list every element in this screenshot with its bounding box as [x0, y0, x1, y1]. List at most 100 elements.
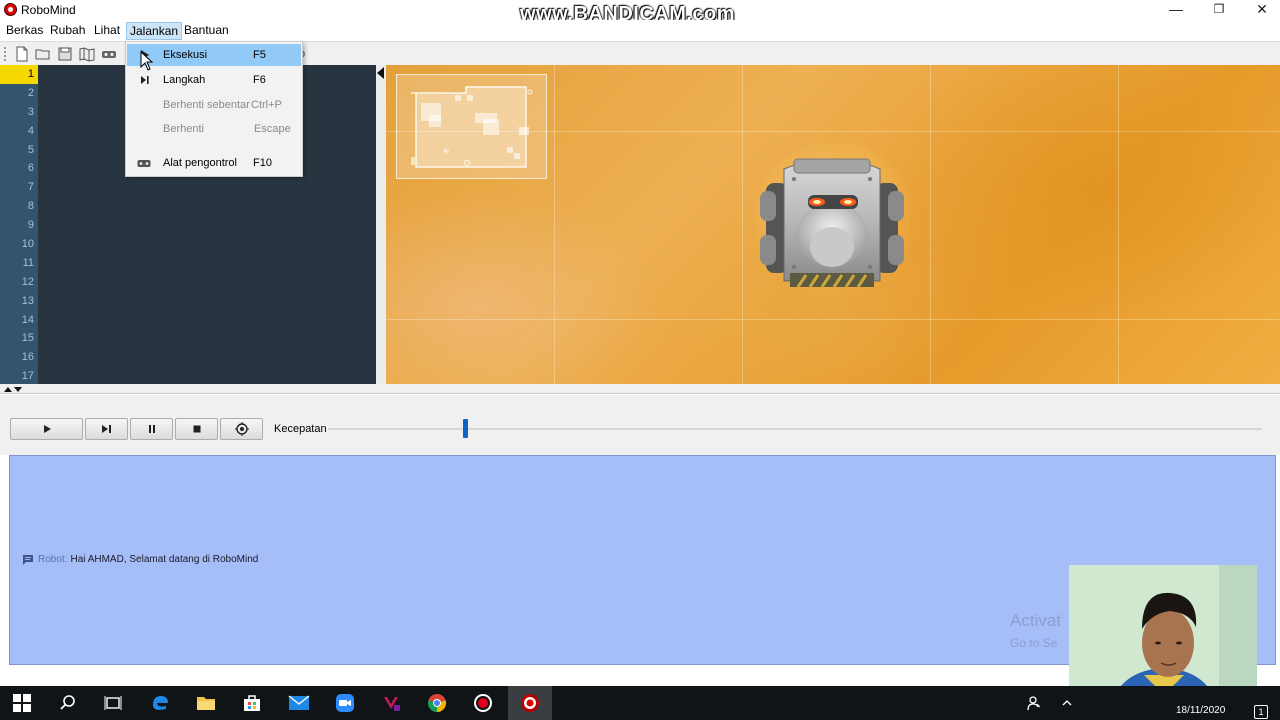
menu-lihat[interactable]: Lihat — [91, 22, 123, 40]
step-icon — [101, 425, 111, 433]
message-row: Robot: Hai AHMAD, Selamat datang di Robo… — [22, 554, 258, 565]
line-number: 12 — [21, 275, 34, 288]
menu-item-label: Berhenti sebentar — [163, 99, 250, 111]
bandicam-record-icon[interactable] — [472, 692, 494, 714]
stop-icon — [193, 425, 200, 433]
mouse-cursor-icon — [140, 51, 154, 71]
run-control-bar: Kecepatan — [0, 395, 1280, 455]
edge-browser-icon[interactable] — [149, 692, 171, 714]
menu-jalankan[interactable]: Jalankan — [126, 22, 183, 40]
world-grid-line — [1118, 65, 1119, 384]
windows-taskbar: 18/11/2020 1 — [0, 686, 1280, 720]
minimize-button[interactable]: — — [1153, 0, 1199, 20]
close-button[interactable]: ✕ — [1239, 0, 1280, 20]
step-icon — [141, 76, 149, 84]
play-icon — [43, 425, 51, 433]
new-file-icon[interactable] — [14, 46, 30, 62]
visual-studio-icon[interactable] — [380, 692, 402, 714]
robomind-window: RoboMind www.BANDICAM.com — ❐ ✕ Berkas R… — [0, 0, 1280, 720]
menu-rubah[interactable]: Rubah — [47, 22, 88, 40]
line-number: 13 — [21, 294, 34, 307]
line-number: 4 — [27, 124, 34, 137]
stop-button[interactable] — [175, 418, 218, 440]
menu-item-alat-pengontrol[interactable]: Alat pengontrol F10 — [127, 152, 301, 174]
world-grid-line — [930, 65, 931, 384]
menu-item-langkah[interactable]: Langkah F6 — [127, 69, 301, 91]
speed-label: Kecepatan — [274, 423, 327, 435]
menu-berkas[interactable]: Berkas — [3, 22, 46, 40]
menu-item-shortcut: F6 — [253, 74, 266, 86]
target-icon — [234, 422, 249, 436]
menu-bar: Berkas Rubah Lihat Jalankan Bantuan — [0, 20, 1280, 41]
world-grid-line — [742, 65, 743, 384]
speed-slider-track[interactable] — [328, 428, 1262, 430]
speed-slider-thumb[interactable] — [463, 419, 468, 438]
remote-icon[interactable] — [101, 46, 117, 62]
line-number: 16 — [21, 351, 34, 364]
line-number: 1 — [0, 65, 38, 84]
save-icon[interactable] — [57, 46, 73, 62]
pause-icon — [148, 425, 155, 433]
world-grid-line — [386, 319, 1280, 320]
zoom-icon[interactable] — [334, 692, 356, 714]
robomind-logo-icon — [4, 3, 17, 16]
chevron-up-icon[interactable] — [1056, 692, 1078, 714]
notification-badge[interactable]: 1 — [1254, 705, 1268, 719]
map-icon[interactable] — [79, 46, 95, 62]
line-number: 14 — [21, 313, 34, 326]
restore-button[interactable]: ❐ — [1196, 0, 1242, 20]
robot-world-view[interactable] — [386, 65, 1280, 384]
activate-windows-subtext: Go to Se — [1010, 636, 1058, 650]
menu-item-label: Eksekusi — [163, 49, 208, 61]
editor-world-splitter[interactable] — [376, 65, 386, 384]
message-sender: Robot: — [38, 554, 68, 565]
run-button[interactable] — [10, 418, 83, 440]
pause-button[interactable] — [130, 418, 173, 440]
chrome-icon[interactable] — [426, 692, 448, 714]
menu-item-label: Berhenti — [163, 123, 204, 135]
world-grid-line — [554, 65, 555, 384]
world-minimap[interactable] — [396, 74, 547, 179]
line-number: 11 — [22, 256, 34, 269]
tray-date[interactable]: 18/11/2020 — [1176, 705, 1225, 716]
line-number: 9 — [27, 219, 34, 232]
step-button[interactable] — [85, 418, 128, 440]
windows-start-icon[interactable] — [11, 692, 33, 714]
panel-divider[interactable] — [0, 384, 1280, 394]
menu-bantuan[interactable]: Bantuan — [181, 22, 232, 40]
open-folder-icon[interactable] — [35, 46, 51, 62]
menu-item-shortcut: F10 — [253, 157, 272, 169]
menu-item-berhenti-sebentar[interactable]: Berhenti sebentar Ctrl+P — [127, 94, 301, 116]
file-explorer-icon[interactable] — [195, 692, 217, 714]
search-icon[interactable] — [57, 692, 79, 714]
menu-item-label: Langkah — [163, 74, 206, 86]
center-robot-button[interactable] — [220, 418, 263, 440]
collapse-arrow-icon[interactable] — [377, 67, 384, 79]
gamepad-icon — [137, 160, 151, 167]
robomind-taskbar-icon[interactable] — [519, 692, 541, 714]
line-number: 15 — [21, 332, 34, 345]
title-bar: RoboMind www.BANDICAM.com — ❐ ✕ — [0, 0, 1280, 25]
menu-item-shortcut: Escape — [254, 123, 291, 135]
menu-item-shortcut: Ctrl+P — [251, 99, 282, 111]
people-icon[interactable] — [1023, 692, 1045, 714]
line-number: 17 — [21, 370, 34, 383]
menu-item-berhenti[interactable]: Berhenti Escape — [127, 118, 301, 140]
line-number: 5 — [27, 143, 34, 156]
line-number-gutter: 1 2 3 4 5 6 7 8 9 10 11 12 13 14 15 16 17 — [0, 65, 38, 384]
menu-item-label: Alat pengontrol — [163, 157, 237, 169]
robot-sprite — [754, 141, 914, 303]
message-text: Hai AHMAD, Selamat datang di RoboMind — [70, 554, 259, 565]
store-icon[interactable] — [241, 692, 263, 714]
chat-icon — [23, 555, 33, 565]
activate-windows-watermark: Activat — [1010, 611, 1062, 630]
menu-item-shortcut: F5 — [253, 49, 266, 61]
line-number: 2 — [27, 86, 34, 99]
task-view-icon[interactable] — [102, 692, 124, 714]
line-number: 3 — [27, 105, 34, 118]
mail-icon[interactable] — [288, 692, 310, 714]
window-title: RoboMind — [21, 3, 76, 17]
line-number: 6 — [27, 162, 34, 175]
line-number: 7 — [27, 181, 34, 194]
line-number: 10 — [21, 238, 34, 251]
